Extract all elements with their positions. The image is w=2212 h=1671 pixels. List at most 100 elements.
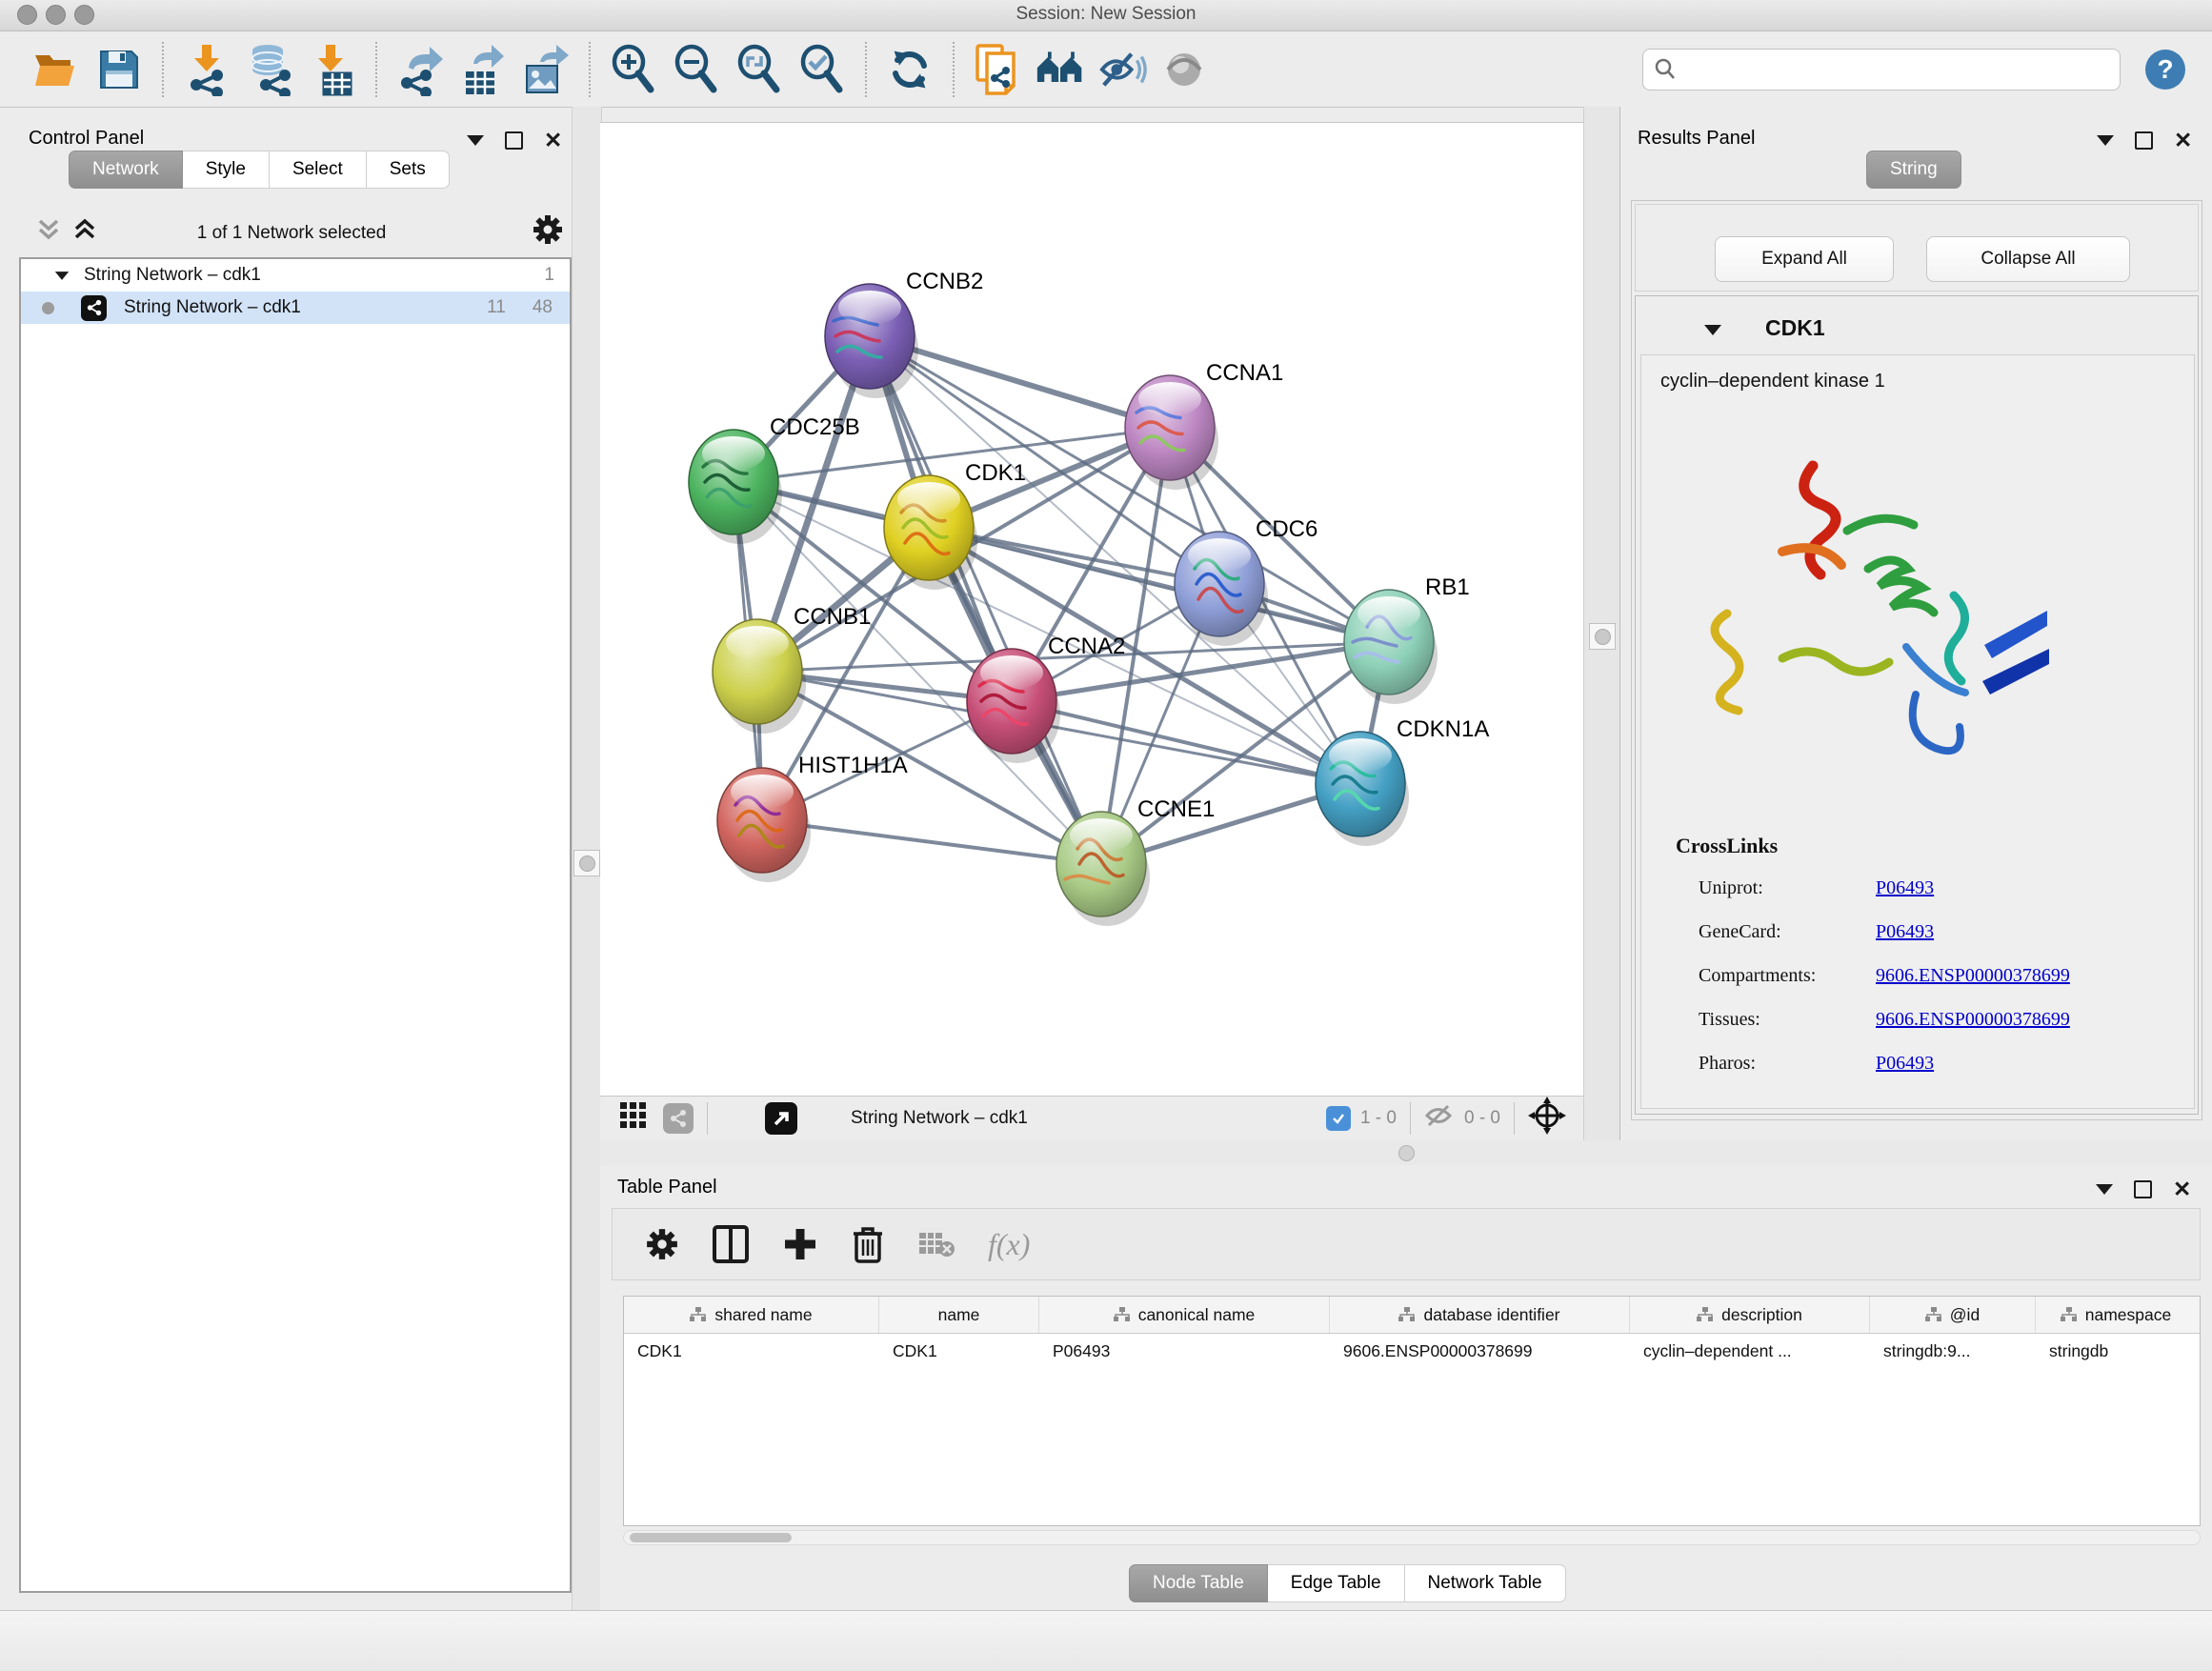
show-all-icon[interactable] xyxy=(1161,43,1211,96)
expand-all-button[interactable]: Expand All xyxy=(1715,236,1894,282)
scrollbar-thumb[interactable] xyxy=(630,1533,792,1542)
cell-database-identifier[interactable]: 9606.ENSP00000378699 xyxy=(1330,1334,1630,1368)
delete-column-trash-icon[interactable] xyxy=(851,1224,885,1264)
network-node-ccna1[interactable]: CCNA1 xyxy=(1125,360,1283,490)
column-tree-icon xyxy=(1398,1307,1416,1322)
table-settings-gear-icon[interactable] xyxy=(645,1227,679,1261)
help-button[interactable]: ? xyxy=(2145,50,2185,90)
tab-edge-table[interactable]: Edge Table xyxy=(1268,1564,1405,1602)
panel-close-icon[interactable]: ✕ xyxy=(2174,133,2192,148)
tab-network[interactable]: Network xyxy=(69,151,183,189)
show-columns-icon[interactable] xyxy=(712,1224,750,1264)
search-input[interactable] xyxy=(1678,58,2081,80)
tab-network-table[interactable]: Network Table xyxy=(1405,1564,1566,1602)
results-panel-tabs: String xyxy=(1866,151,1961,189)
column-header[interactable]: description xyxy=(1630,1297,1870,1333)
left-splitter-handle[interactable] xyxy=(573,850,600,876)
table-row[interactable]: CDK1 CDK1 P06493 9606.ENSP00000378699 cy… xyxy=(624,1334,2200,1368)
right-splitter[interactable] xyxy=(1583,107,1621,1140)
crosslink-value[interactable]: P06493 xyxy=(1876,877,1934,899)
tab-string[interactable]: String xyxy=(1866,151,1961,189)
network-canvas[interactable]: CCNB2CCNA1CDC25BCDK1CDC6RB1CCNB1CCNA2CDK… xyxy=(600,122,1583,1097)
network-node-cdc6[interactable]: CDC6 xyxy=(1175,516,1317,646)
function-builder-icon[interactable]: f(x) xyxy=(988,1227,1030,1262)
column-header[interactable]: @id xyxy=(1870,1297,2036,1333)
string-view-icon[interactable] xyxy=(663,1103,694,1134)
cell-id[interactable]: stringdb:9... xyxy=(1870,1334,2036,1368)
table-panel-splitter[interactable] xyxy=(600,1140,2212,1165)
application-window: Session: New Session xyxy=(0,0,2212,1671)
right-splitter-handle[interactable] xyxy=(1589,623,1616,650)
table-header-row: shared name name canonical name database… xyxy=(624,1297,2200,1334)
network-graph[interactable]: CCNB2CCNA1CDC25BCDK1CDC6RB1CCNB1CCNA2CDK… xyxy=(600,123,1583,1097)
first-neighbors-houses-icon[interactable] xyxy=(1036,43,1085,96)
control-panel-tabs: Network Style Select Sets xyxy=(69,151,450,189)
create-column-plus-icon[interactable] xyxy=(782,1226,818,1262)
import-network-icon[interactable] xyxy=(182,43,231,96)
crosslink-value[interactable]: 9606.ENSP00000378699 xyxy=(1876,965,2070,987)
crosslink-value[interactable]: P06493 xyxy=(1876,1053,1934,1075)
zoom-selected-icon[interactable] xyxy=(797,43,847,96)
tree-expand-icon[interactable] xyxy=(55,272,69,280)
delete-table-icon[interactable] xyxy=(917,1229,955,1259)
cell-shared-name[interactable]: CDK1 xyxy=(624,1334,879,1368)
network-node-hist1h1a[interactable]: HIST1H1A xyxy=(717,753,908,882)
splitter-handle[interactable] xyxy=(1398,1145,1415,1161)
grid-view-icon[interactable] xyxy=(619,1101,648,1136)
network-node-rb1[interactable]: RB1 xyxy=(1344,574,1470,704)
main-toolbar: ? xyxy=(0,31,2212,108)
zoom-out-icon[interactable] xyxy=(672,43,721,96)
collapse-all-button[interactable]: Collapse All xyxy=(1926,236,2130,282)
export-table-icon[interactable] xyxy=(458,43,508,96)
tab-node-table[interactable]: Node Table xyxy=(1129,1564,1268,1602)
panel-menu-icon[interactable] xyxy=(467,135,484,146)
network-node-cdkn1a[interactable]: CDKN1A xyxy=(1316,716,1489,846)
cell-name[interactable]: CDK1 xyxy=(879,1334,1039,1368)
column-header[interactable]: shared name xyxy=(624,1297,879,1333)
selected-checkbox-icon[interactable] xyxy=(1326,1106,1351,1131)
panel-float-icon[interactable] xyxy=(2134,1180,2152,1198)
entry-collapse-icon[interactable] xyxy=(1704,325,1721,335)
export-network-icon[interactable] xyxy=(395,43,445,96)
tab-select[interactable]: Select xyxy=(270,151,367,189)
hide-selected-icon[interactable] xyxy=(1098,43,1148,96)
table-horizontal-scrollbar[interactable] xyxy=(623,1530,2201,1545)
panel-menu-icon[interactable] xyxy=(2096,1184,2113,1195)
cell-canonical-name[interactable]: P06493 xyxy=(1039,1334,1330,1368)
column-header[interactable]: name xyxy=(879,1297,1039,1333)
crosslink-value[interactable]: 9606.ENSP00000378699 xyxy=(1876,1009,2070,1031)
network-node-ccnb2[interactable]: CCNB2 xyxy=(825,269,983,398)
panel-close-icon[interactable]: ✕ xyxy=(544,133,562,148)
entry-name: CDK1 xyxy=(1765,315,1825,341)
search-box[interactable] xyxy=(1642,49,2121,91)
cell-namespace[interactable]: stringdb xyxy=(2036,1334,2196,1368)
new-network-from-selection-icon[interactable] xyxy=(973,43,1022,96)
network-collection-row[interactable]: String Network – cdk1 1 xyxy=(21,259,570,292)
column-header[interactable]: canonical name xyxy=(1039,1297,1330,1333)
save-session-icon[interactable] xyxy=(94,43,144,96)
export-image-icon[interactable] xyxy=(521,43,571,96)
gear-icon[interactable] xyxy=(532,213,564,246)
tab-sets[interactable]: Sets xyxy=(367,151,450,189)
panel-close-icon[interactable]: ✕ xyxy=(2173,1182,2191,1197)
network-row-selected[interactable]: String Network – cdk1 11 48 xyxy=(21,292,570,324)
column-header[interactable]: namespace xyxy=(2036,1297,2196,1333)
crosslink-value[interactable]: P06493 xyxy=(1876,921,1934,943)
zoom-fit-content-icon[interactable] xyxy=(734,43,784,96)
column-header[interactable]: database identifier xyxy=(1330,1297,1630,1333)
birds-eye-view-icon[interactable] xyxy=(765,1102,797,1135)
panel-menu-icon[interactable] xyxy=(2097,135,2114,146)
panel-float-icon[interactable] xyxy=(505,131,523,150)
table-panel-tabs: Node Table Edge Table Network Table xyxy=(1129,1564,1566,1602)
import-table-icon[interactable] xyxy=(308,43,357,96)
import-network-from-database-icon[interactable] xyxy=(245,43,294,96)
tab-style[interactable]: Style xyxy=(183,151,270,189)
fit-selected-crosshair-icon[interactable] xyxy=(1528,1097,1566,1140)
panel-float-icon[interactable] xyxy=(2135,131,2153,150)
title-bar: Session: New Session xyxy=(0,0,2212,31)
refresh-icon[interactable] xyxy=(885,43,935,96)
zoom-in-icon[interactable] xyxy=(609,43,658,96)
left-splitter[interactable] xyxy=(572,107,602,1610)
open-session-icon[interactable] xyxy=(31,43,81,96)
cell-description[interactable]: cyclin–dependent ... xyxy=(1630,1334,1870,1368)
